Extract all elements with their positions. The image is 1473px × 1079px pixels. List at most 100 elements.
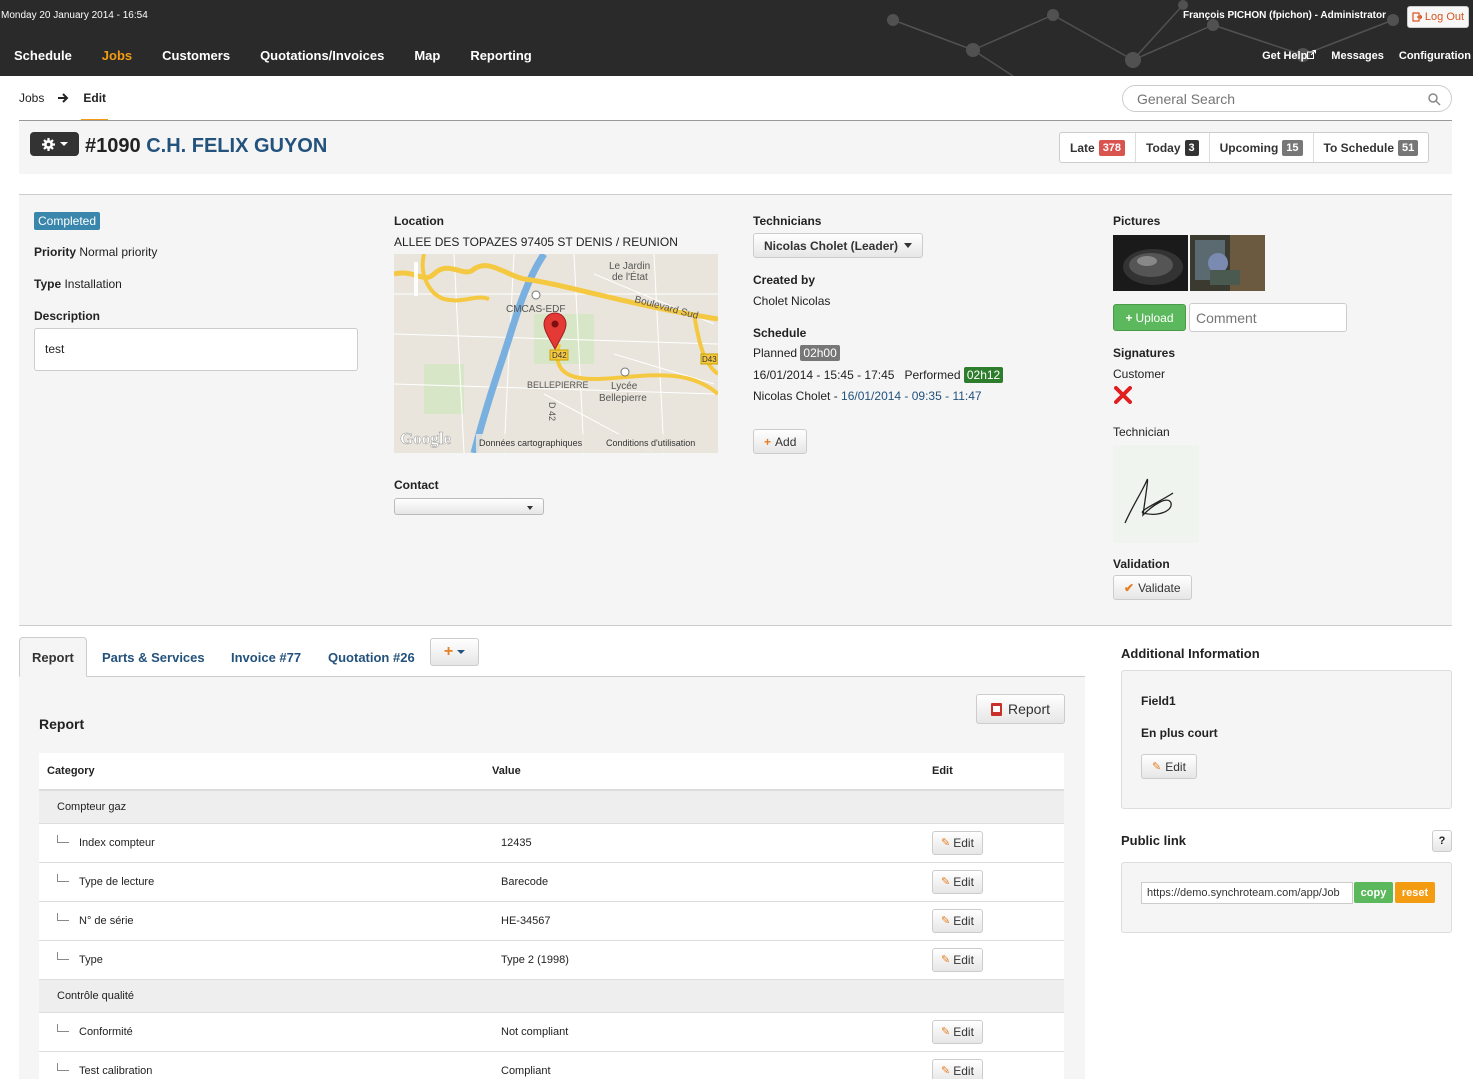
planned-row: Planned 02h00	[753, 345, 840, 361]
field-name: Type de lecture	[79, 875, 155, 888]
tech-slot-link[interactable]: 16/01/2014 - 09:35 - 11:47	[841, 389, 982, 403]
nav-schedule[interactable]: Schedule	[14, 48, 72, 63]
breadcrumb-jobs[interactable]: Jobs	[19, 91, 44, 105]
breadcrumb: Jobs Edit	[19, 91, 108, 122]
nav-get-help[interactable]: Get Help	[1262, 50, 1317, 62]
description-field[interactable]: test	[34, 328, 358, 371]
report-pdf-button[interactable]: Report	[976, 694, 1065, 724]
gear-icon	[41, 137, 55, 151]
table-row: Test calibration Compliant ✎ Edit	[39, 1051, 1064, 1079]
nav-quotations-invoices[interactable]: Quotations/Invoices	[260, 48, 384, 63]
map-label-bellepierre: BELLEPIERRE	[527, 380, 589, 390]
technician-select[interactable]: Nicolas Cholet (Leader)	[753, 233, 924, 258]
nav-reporting[interactable]: Reporting	[470, 48, 531, 63]
counter-today[interactable]: Today 3	[1136, 133, 1210, 162]
top-bar: Monday 20 January 2014 - 16:54 François …	[0, 0, 1473, 76]
logout-button[interactable]: Log Out	[1407, 6, 1469, 28]
pencil-icon: ✎	[941, 837, 951, 849]
created-by-label: Created by	[753, 273, 816, 287]
logout-label: Log Out	[1424, 11, 1465, 23]
counter-to-schedule[interactable]: To Schedule 51	[1314, 133, 1429, 162]
nav-jobs[interactable]: Jobs	[102, 48, 132, 63]
upload-button[interactable]: + Upload	[1113, 304, 1186, 331]
field-value: Compliant	[484, 1051, 924, 1079]
check-icon: ✔	[1124, 580, 1135, 595]
validation-label: Validation	[1113, 557, 1170, 571]
edit-button[interactable]: ✎ Edit	[932, 908, 983, 933]
map-graphic: D42 D43 Le Jardin de l'État Boulevard Sud…	[394, 254, 718, 453]
field-value: 12435	[484, 823, 924, 863]
reset-button[interactable]: reset	[1395, 882, 1435, 903]
technicians-label: Technicians	[753, 214, 822, 228]
edit-button[interactable]: ✎ Edit	[932, 869, 983, 894]
counter-label: Upcoming	[1219, 140, 1279, 155]
nav-customers[interactable]: Customers	[162, 48, 230, 63]
tab-invoice[interactable]: Invoice #77	[231, 637, 301, 677]
edit-button[interactable]: ✎ Edit	[932, 947, 983, 972]
job-actions-button[interactable]	[30, 132, 79, 156]
picture-thumbnail-2[interactable]	[1190, 235, 1265, 291]
signature-drawing	[1124, 478, 1174, 524]
count-badge: 3	[1184, 139, 1199, 156]
field-value: Barecode	[484, 862, 924, 902]
edit-button[interactable]: ✎ Edit	[932, 1019, 983, 1044]
job-tabs: Report Parts & Services Invoice #77 Quot…	[19, 637, 1085, 677]
counter-late[interactable]: Late 378	[1060, 133, 1137, 162]
job-customer-name[interactable]: C.H. FELIX GUYON	[146, 135, 327, 157]
location-map[interactable]: D42 D43 Le Jardin de l'État Boulevard Sud…	[394, 254, 718, 453]
user-info: François PICHON (fpichon) - Administrato…	[1183, 10, 1386, 21]
edit-button[interactable]: ✎ Edit	[932, 830, 983, 855]
validate-button[interactable]: ✔ Validate	[1113, 575, 1192, 600]
comment-input[interactable]	[1189, 303, 1347, 332]
edit-button[interactable]: ✎ Edit	[932, 1058, 983, 1079]
tree-branch-icon	[57, 1062, 69, 1071]
edit-icon: ✎	[1152, 761, 1162, 773]
pencil-icon: ✎	[941, 876, 951, 888]
counter-upcoming[interactable]: Upcoming 15	[1210, 133, 1314, 162]
tab-parts-services[interactable]: Parts & Services	[102, 637, 205, 677]
signatures-label: Signatures	[1113, 346, 1176, 360]
contact-select[interactable]	[394, 498, 544, 515]
map-label-d42: D42	[552, 351, 567, 360]
performed-duration: 02h12	[963, 367, 1004, 383]
missing-signature-icon	[1114, 386, 1132, 404]
nav-configuration[interactable]: Configuration	[1399, 50, 1471, 62]
nav-messages[interactable]: Messages	[1331, 50, 1384, 62]
public-link-input[interactable]	[1141, 882, 1353, 904]
field-name: Conformité	[79, 1025, 133, 1038]
type-row: Type Installation	[34, 277, 122, 291]
copy-button[interactable]: copy	[1354, 882, 1393, 903]
chevron-down-icon	[59, 142, 68, 146]
search-input[interactable]	[1137, 86, 1427, 111]
add-tab-button[interactable]: +	[430, 638, 479, 666]
field-value: HE-34567	[484, 901, 924, 941]
page-title: #1090 C.H. FELIX GUYON	[85, 135, 327, 158]
count-badge: 51	[1398, 139, 1419, 156]
customer-signature-label: Customer	[1113, 367, 1166, 381]
external-link-icon	[1307, 50, 1317, 59]
tab-report[interactable]: Report	[19, 637, 87, 677]
edit-additional-info-button[interactable]: ✎ Edit	[1141, 754, 1197, 779]
status-badge: Completed	[34, 212, 101, 230]
type-label: Type	[34, 277, 62, 291]
tech-name: Nicolas Cholet -	[753, 389, 842, 403]
secondary-nav: Get Help Messages Configuration	[1262, 50, 1471, 62]
tab-quotation[interactable]: Quotation #26	[328, 637, 415, 677]
tree-branch-icon	[57, 951, 69, 960]
add-intervention-button[interactable]: + Add	[753, 429, 808, 454]
tech-intervention-row: Nicolas Cholet - 16/01/2014 - 09:35 - 11…	[753, 389, 982, 403]
pictures-label: Pictures	[1113, 214, 1161, 228]
column-header-value: Value	[484, 753, 924, 791]
search-icon[interactable]	[1427, 92, 1441, 106]
table-row: Type de lecture Barecode ✎ Edit	[39, 862, 1064, 902]
edit-label: Edit	[953, 1024, 974, 1039]
add-label: Add	[775, 434, 797, 449]
arrow-right-icon	[58, 93, 69, 103]
schedule-label: Schedule	[753, 326, 807, 340]
nav-map[interactable]: Map	[414, 48, 440, 63]
field-name: Index compteur	[79, 836, 155, 849]
chevron-down-icon	[904, 243, 913, 248]
picture-thumbnail-1[interactable]	[1113, 235, 1188, 291]
category-row: Contrôle qualité	[39, 979, 1064, 1013]
help-button[interactable]: ?	[1432, 830, 1452, 852]
